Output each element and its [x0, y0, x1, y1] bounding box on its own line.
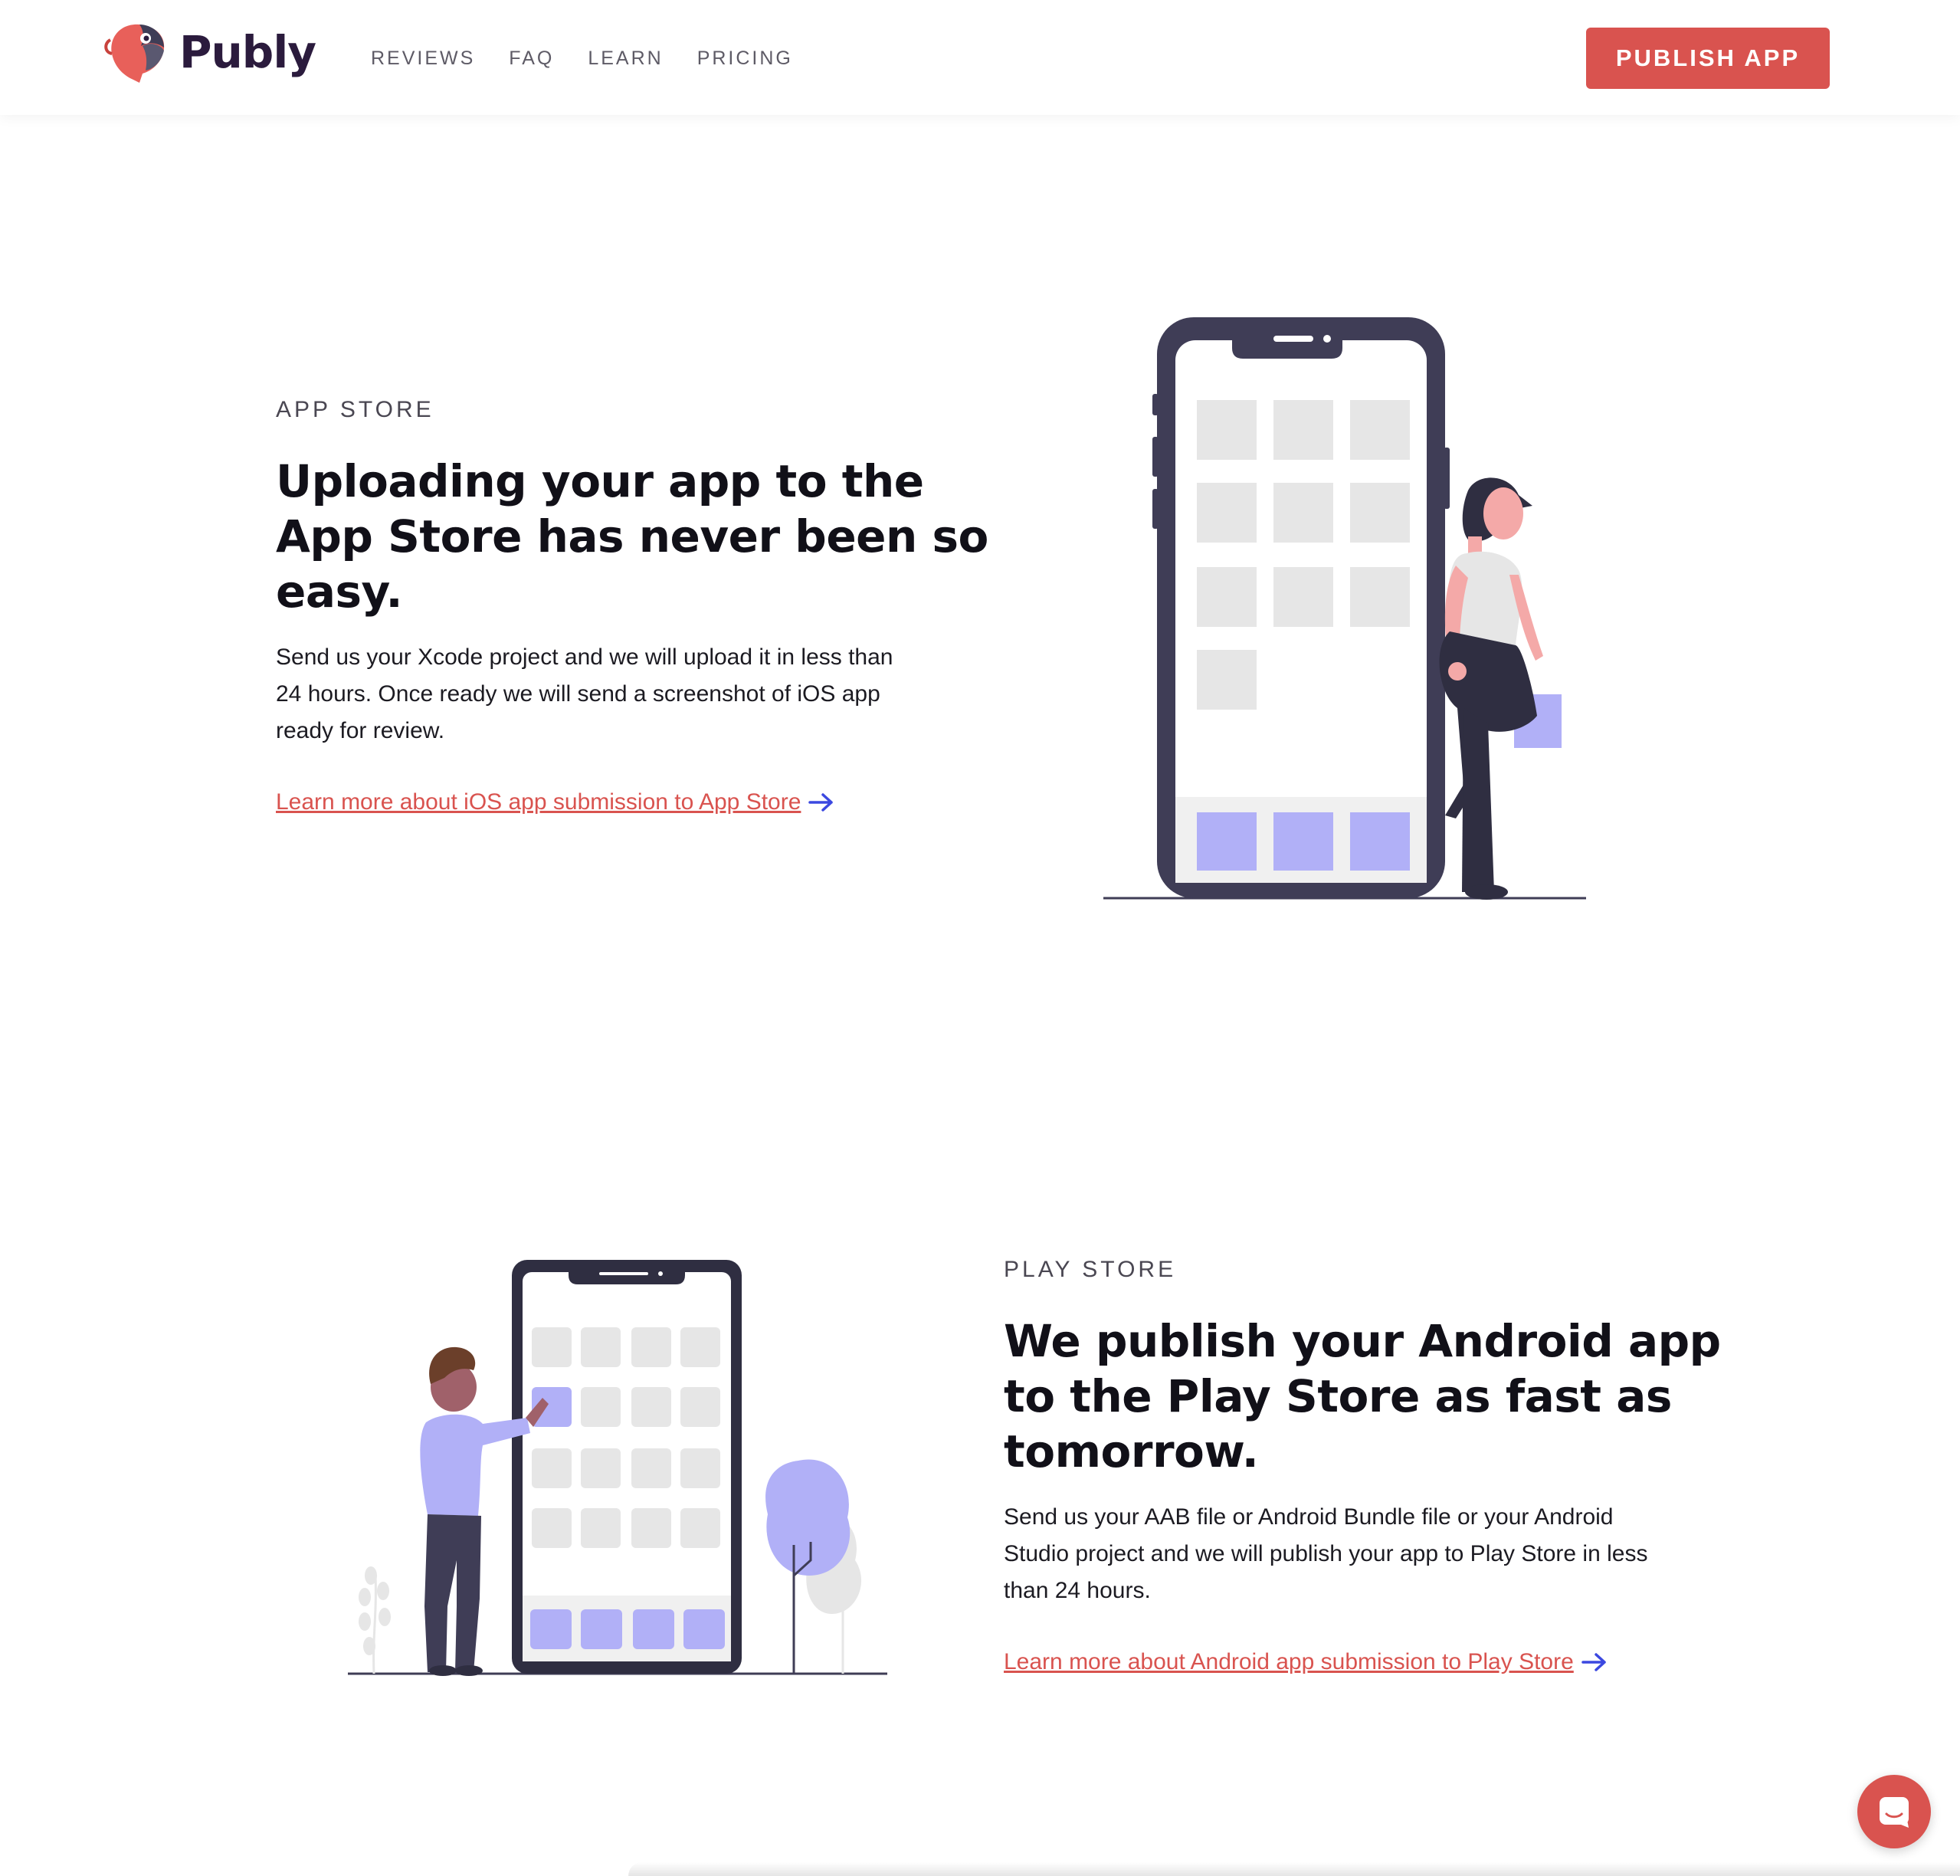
section-headline: We publish your Android app to the Play … — [1004, 1314, 1721, 1479]
description-line: Send us your AAB file or Android Bundle … — [1004, 1504, 1614, 1530]
learn-more-ios-link[interactable]: Learn more about iOS app submission to A… — [276, 789, 834, 815]
description-line: ready for review. — [276, 718, 445, 743]
learn-more-android-link[interactable]: Learn more about Android app submission … — [1004, 1649, 1608, 1675]
headline-line: to the Play Store as fast as — [1004, 1370, 1672, 1422]
section-description: Send us your AAB file or Android Bundle … — [1004, 1499, 1647, 1609]
section-headline: Uploading your app to the App Store has … — [276, 454, 988, 619]
section-eyebrow: PLAY STORE — [1004, 1257, 1177, 1282]
chat-launcher-button[interactable] — [1857, 1775, 1931, 1848]
headline-line: We publish your Android app — [1004, 1315, 1721, 1367]
section-description: Send us your Xcode project and we will u… — [276, 639, 893, 749]
headline-line: Uploading your app to the — [276, 455, 924, 507]
phone-with-man-illustration — [348, 1260, 887, 1676]
parrot-logo-icon[interactable] — [104, 20, 172, 86]
description-line: than 24 hours. — [1004, 1578, 1151, 1603]
brand-name[interactable]: Publy — [179, 26, 316, 78]
description-line: Send us your Xcode project and we will u… — [276, 644, 893, 670]
section-eyebrow: APP STORE — [276, 397, 434, 422]
nav-learn[interactable]: LEARN — [588, 48, 663, 70]
chat-icon — [1880, 1797, 1909, 1828]
top-navigation-bar: Publy REVIEWS FAQ LEARN PRICING PUBLISH … — [0, 0, 1960, 115]
publish-app-button[interactable]: PUBLISH APP — [1586, 28, 1830, 89]
arrow-right-icon — [1581, 1653, 1606, 1671]
description-line: 24 hours. Once ready we will send a scre… — [276, 681, 880, 707]
description-line: Studio project and we will publish your … — [1004, 1541, 1648, 1566]
headline-line: easy. — [276, 566, 403, 618]
nav-pricing[interactable]: PRICING — [697, 48, 793, 70]
nav-reviews[interactable]: REVIEWS — [371, 48, 475, 70]
headline-line: tomorrow. — [1004, 1425, 1259, 1478]
phone-with-woman-illustration — [1103, 317, 1586, 900]
page-bottom-shadow — [628, 1862, 1960, 1876]
nav-faq[interactable]: FAQ — [509, 48, 554, 70]
main-nav: REVIEWS FAQ LEARN PRICING — [371, 48, 827, 70]
learn-more-label: Learn more about Android app submission … — [1004, 1649, 1574, 1674]
learn-more-label: Learn more about iOS app submission to A… — [276, 789, 801, 815]
arrow-right-icon — [808, 793, 834, 812]
headline-line: App Store has never been so — [276, 510, 988, 562]
